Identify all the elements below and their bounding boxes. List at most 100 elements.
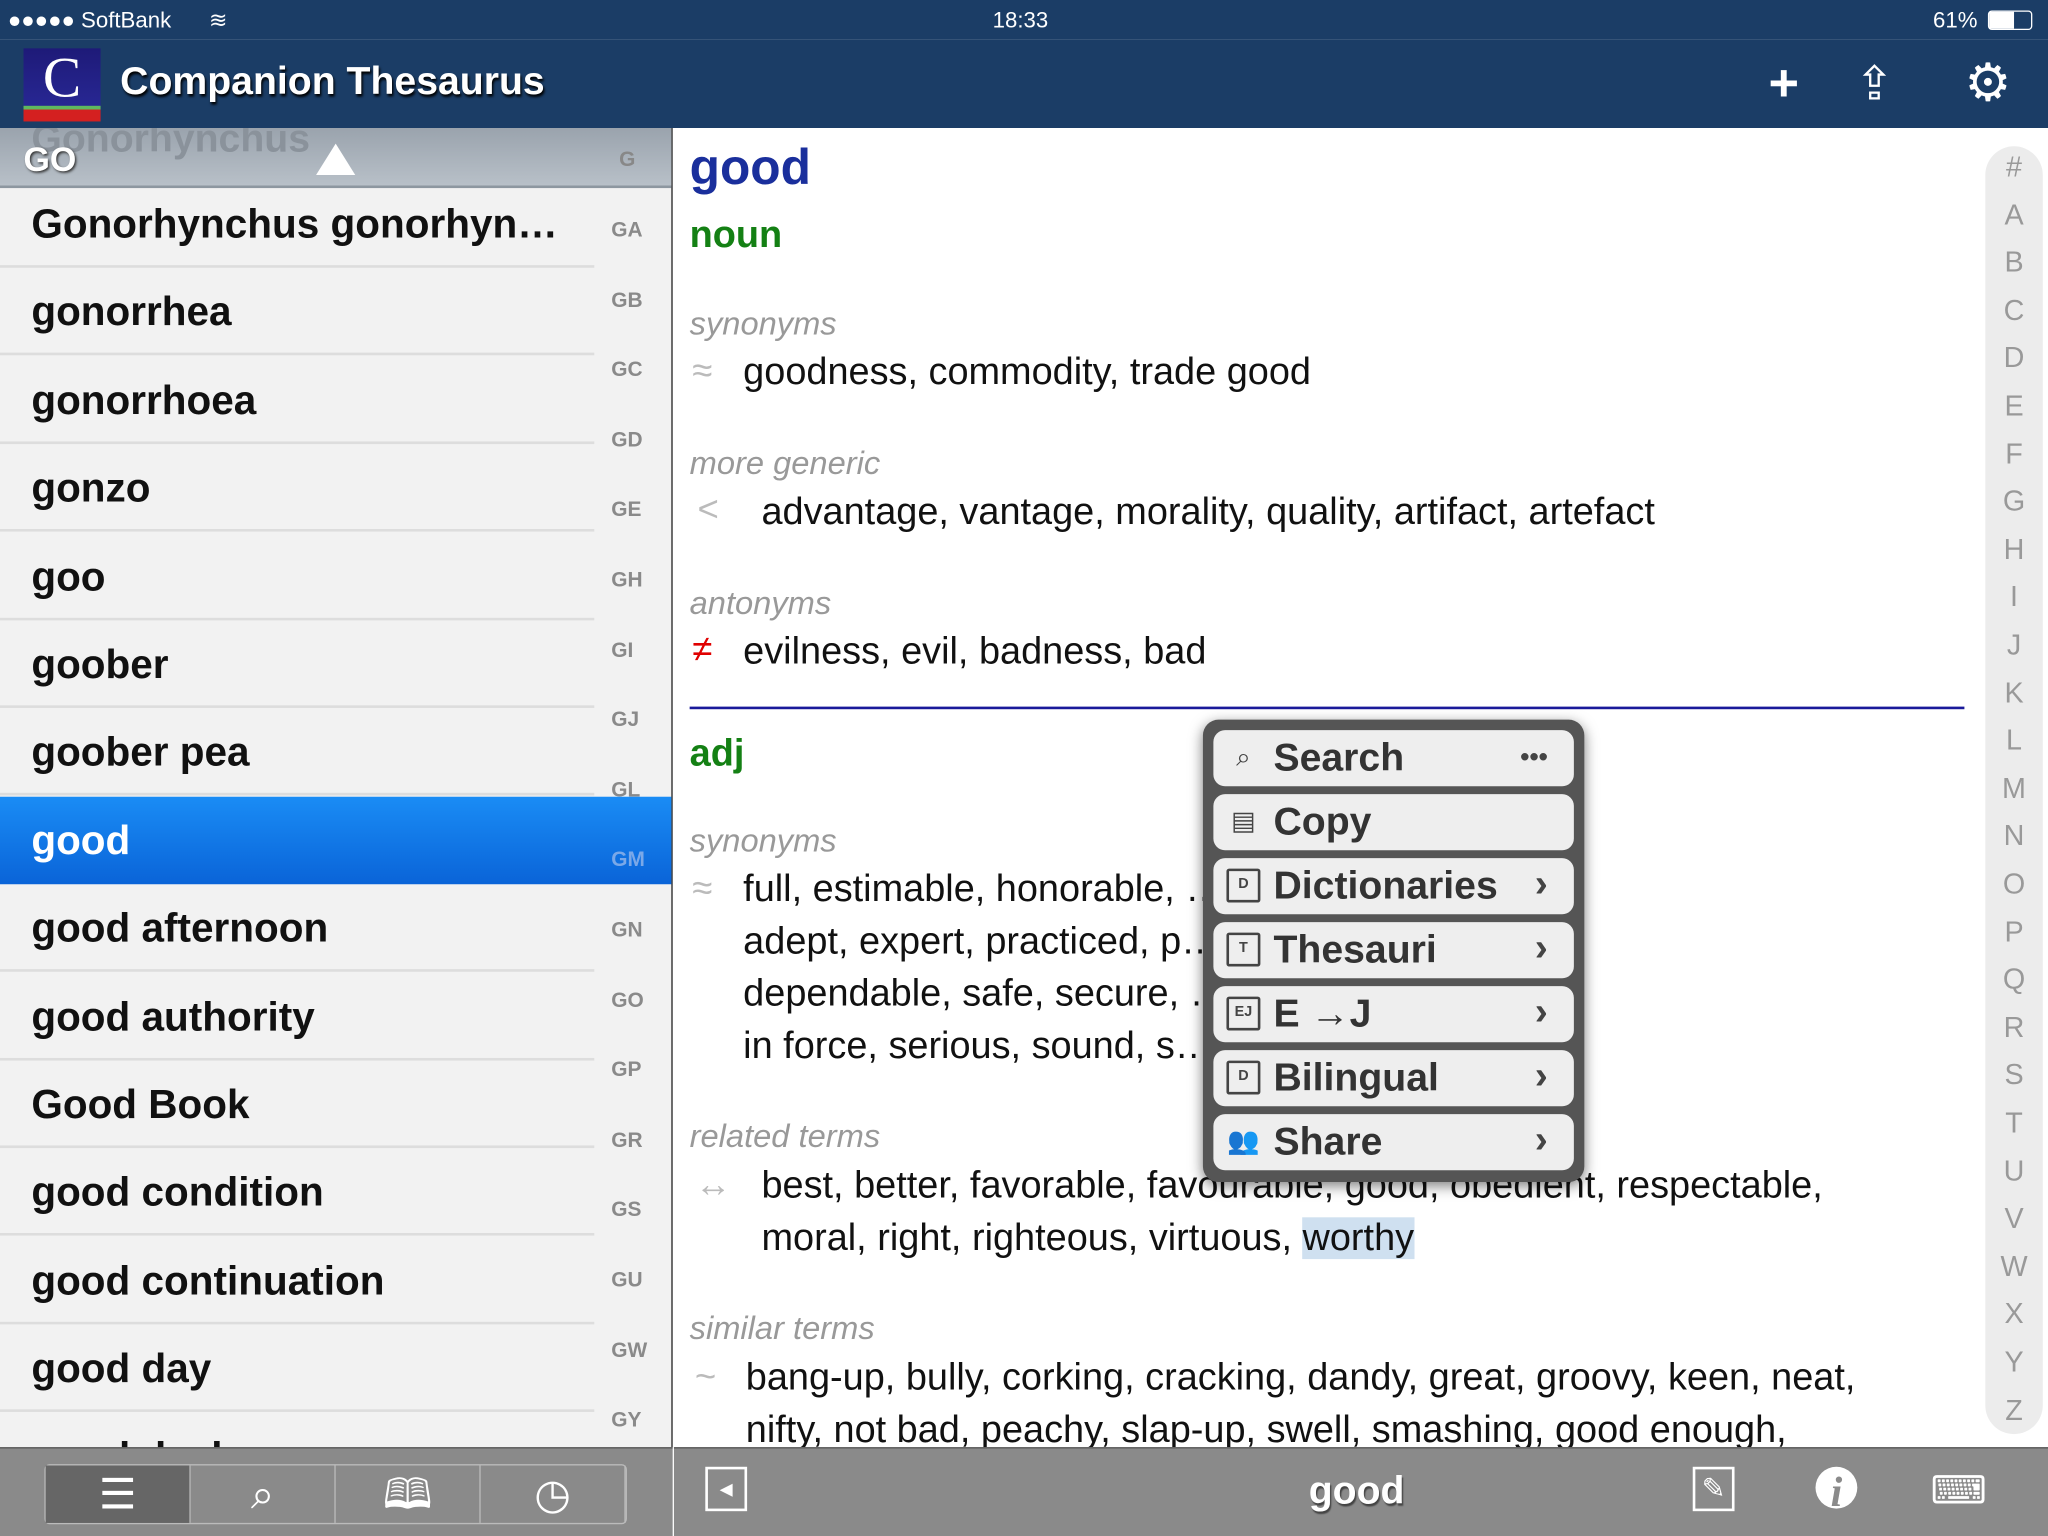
section-index-item[interactable]: GD xyxy=(611,429,642,453)
index-letter[interactable]: B xyxy=(1985,246,2042,280)
entry-toolbar: ◂ good ✎ i ⌨ xyxy=(673,1447,2048,1536)
menu-item-dictionaries[interactable]: D Dictionaries › xyxy=(1213,858,1574,915)
list-item[interactable]: good day xyxy=(0,1325,595,1413)
index-letter[interactable]: D xyxy=(1985,341,2042,375)
word-list[interactable]: Gonorhynchus gonorhyn… gonorrhea gonorrhoe… xyxy=(0,127,673,1448)
section-index-item[interactable]: GA xyxy=(611,219,642,243)
gear-icon[interactable]: ⚙ xyxy=(1964,57,2011,109)
index-letter[interactable]: Y xyxy=(1985,1345,2042,1379)
menu-item-copy[interactable]: ▤ Copy xyxy=(1213,794,1574,851)
approx-icon: ≈ xyxy=(692,350,713,391)
section-index-item[interactable]: GP xyxy=(611,1060,641,1084)
history-icon[interactable]: ◷ xyxy=(481,1465,626,1523)
index-letter[interactable]: E xyxy=(1985,389,2042,423)
list-item[interactable]: goober xyxy=(0,620,595,708)
info-icon[interactable]: i xyxy=(1815,1466,1858,1515)
index-letter[interactable]: R xyxy=(1985,1011,2042,1045)
index-letter[interactable]: N xyxy=(1985,819,2042,853)
menu-item-share[interactable]: 👥 Share › xyxy=(1213,1114,1574,1171)
section-index-item[interactable]: GB xyxy=(611,289,642,313)
list-item[interactable]: good xyxy=(0,796,672,884)
menu-item-e-j[interactable]: EJ E →J › xyxy=(1213,986,1574,1043)
index-letter[interactable]: M xyxy=(1985,772,2042,806)
section-index-item[interactable]: GN xyxy=(611,920,642,944)
index-letter[interactable]: U xyxy=(1985,1154,2042,1188)
section-index-item[interactable]: GU xyxy=(611,1270,642,1294)
list-item-label: goo xyxy=(31,553,106,599)
section-index-item[interactable]: GR xyxy=(611,1130,642,1154)
index-letter[interactable]: V xyxy=(1985,1202,2042,1236)
section-index-item[interactable]: GI xyxy=(611,639,633,663)
people-icon: 👥 xyxy=(1227,1127,1260,1156)
chevron-right-icon: › xyxy=(1534,926,1548,970)
index-letter[interactable]: H xyxy=(1985,533,2042,567)
section-label: more generic xyxy=(689,445,881,482)
menu-item-search[interactable]: ⌕ Search ••• xyxy=(1213,730,1574,787)
menu-item-label: Share xyxy=(1273,1120,1383,1164)
section-index-item[interactable]: GY xyxy=(611,1410,641,1434)
list-icon[interactable]: ☰ xyxy=(45,1465,191,1523)
list-item[interactable]: Gonorhynchus gonorhyn… xyxy=(0,180,595,268)
selected-word[interactable]: worthy xyxy=(1302,1217,1415,1259)
section-index-item[interactable]: GJ xyxy=(611,709,639,733)
keyboard-icon[interactable]: ⌨ xyxy=(1930,1467,1987,1517)
index-letter[interactable]: Z xyxy=(1985,1393,2042,1427)
index-letter[interactable]: F xyxy=(1985,437,2042,471)
list-item[interactable]: gonorrhea xyxy=(0,268,595,356)
list-item[interactable]: goober pea xyxy=(0,708,595,796)
section-index-item[interactable]: GO xyxy=(611,990,644,1014)
index-letter[interactable]: C xyxy=(1985,294,2042,328)
index-letter[interactable]: O xyxy=(1985,867,2042,901)
context-menu: ⌕ Search ••• ▤ Copy D Dictionaries › T Thesauri › E… xyxy=(1202,719,1585,1183)
index-letter[interactable]: A xyxy=(1985,198,2042,232)
index-letter[interactable]: S xyxy=(1985,1058,2042,1092)
similar-text[interactable]: bang-up, bully, corking, cracking, dandy… xyxy=(746,1352,1856,1447)
index-letter[interactable]: L xyxy=(1985,724,2042,758)
index-letter[interactable]: K xyxy=(1985,676,2042,710)
index-letter[interactable]: T xyxy=(1985,1106,2042,1140)
antonyms-text[interactable]: evilness, evil, badness, bad xyxy=(743,626,1206,678)
list-item[interactable]: good authority xyxy=(0,973,595,1061)
alphabet-index[interactable]: # A B C D E F G H I J K L M N O P Q R S T U V W X Y Z xyxy=(1985,146,2043,1435)
text-line: nifty, not bad, peachy, slap-up, swell, … xyxy=(745,1409,1787,1448)
book-icon[interactable]: 🕮 xyxy=(336,1465,481,1523)
list-item[interactable]: gonzo xyxy=(0,444,595,532)
list-item-label: good deal xyxy=(31,1434,222,1448)
section-index-item[interactable]: GW xyxy=(611,1340,647,1364)
list-item[interactable]: gonorrhoea xyxy=(0,356,595,444)
share-icon[interactable]: ⇪ xyxy=(1855,57,1894,109)
index-letter[interactable]: P xyxy=(1985,915,2042,949)
index-letter[interactable]: # xyxy=(1985,150,2042,184)
search-icon[interactable]: ⌕ xyxy=(191,1465,336,1523)
view-segmented-control[interactable]: ☰ ⌕ 🕮 ◷ xyxy=(44,1464,627,1525)
index-letter[interactable]: W xyxy=(1985,1250,2042,1284)
toggle-sidebar-icon[interactable]: ◂ xyxy=(705,1466,748,1512)
list-item[interactable]: Good Book xyxy=(0,1061,595,1149)
section-index-item[interactable]: GH xyxy=(611,569,642,593)
menu-item-bilingual[interactable]: D Bilingual › xyxy=(1213,1050,1574,1107)
index-letter[interactable]: I xyxy=(1985,580,2042,614)
section-index-item[interactable]: GE xyxy=(611,499,641,523)
list-item[interactable]: good deal xyxy=(0,1413,594,1448)
section-index-item[interactable]: GS xyxy=(611,1200,641,1224)
headword: good xyxy=(689,141,811,196)
generic-text[interactable]: advantage, vantage, morality, quality, a… xyxy=(761,486,1654,538)
index-letter[interactable]: X xyxy=(1985,1297,2042,1331)
edit-note-icon[interactable]: ✎ xyxy=(1692,1466,1735,1512)
search-prefix-bar[interactable]: Gonorhynchus GO G xyxy=(0,127,672,189)
section-index-item[interactable]: GC xyxy=(611,359,642,383)
list-item[interactable]: good afternoon xyxy=(0,884,595,972)
section-index-item[interactable]: GM xyxy=(611,849,645,873)
section-index-item[interactable]: GL xyxy=(611,779,640,803)
list-item[interactable]: good condition xyxy=(0,1149,595,1237)
synonyms-text[interactable]: goodness, commodity, trade good xyxy=(743,346,1311,398)
index-letter[interactable]: Q xyxy=(1985,963,2042,997)
list-item[interactable]: goo xyxy=(0,532,595,620)
scroll-up-icon[interactable] xyxy=(316,143,356,176)
index-letter[interactable]: G xyxy=(1985,485,2042,519)
menu-item-thesauri[interactable]: T Thesauri › xyxy=(1213,922,1574,979)
list-item[interactable]: good continuation xyxy=(0,1237,595,1325)
book-t-icon: T xyxy=(1226,932,1261,967)
plus-icon[interactable]: + xyxy=(1768,57,1799,109)
index-letter[interactable]: J xyxy=(1985,628,2042,662)
